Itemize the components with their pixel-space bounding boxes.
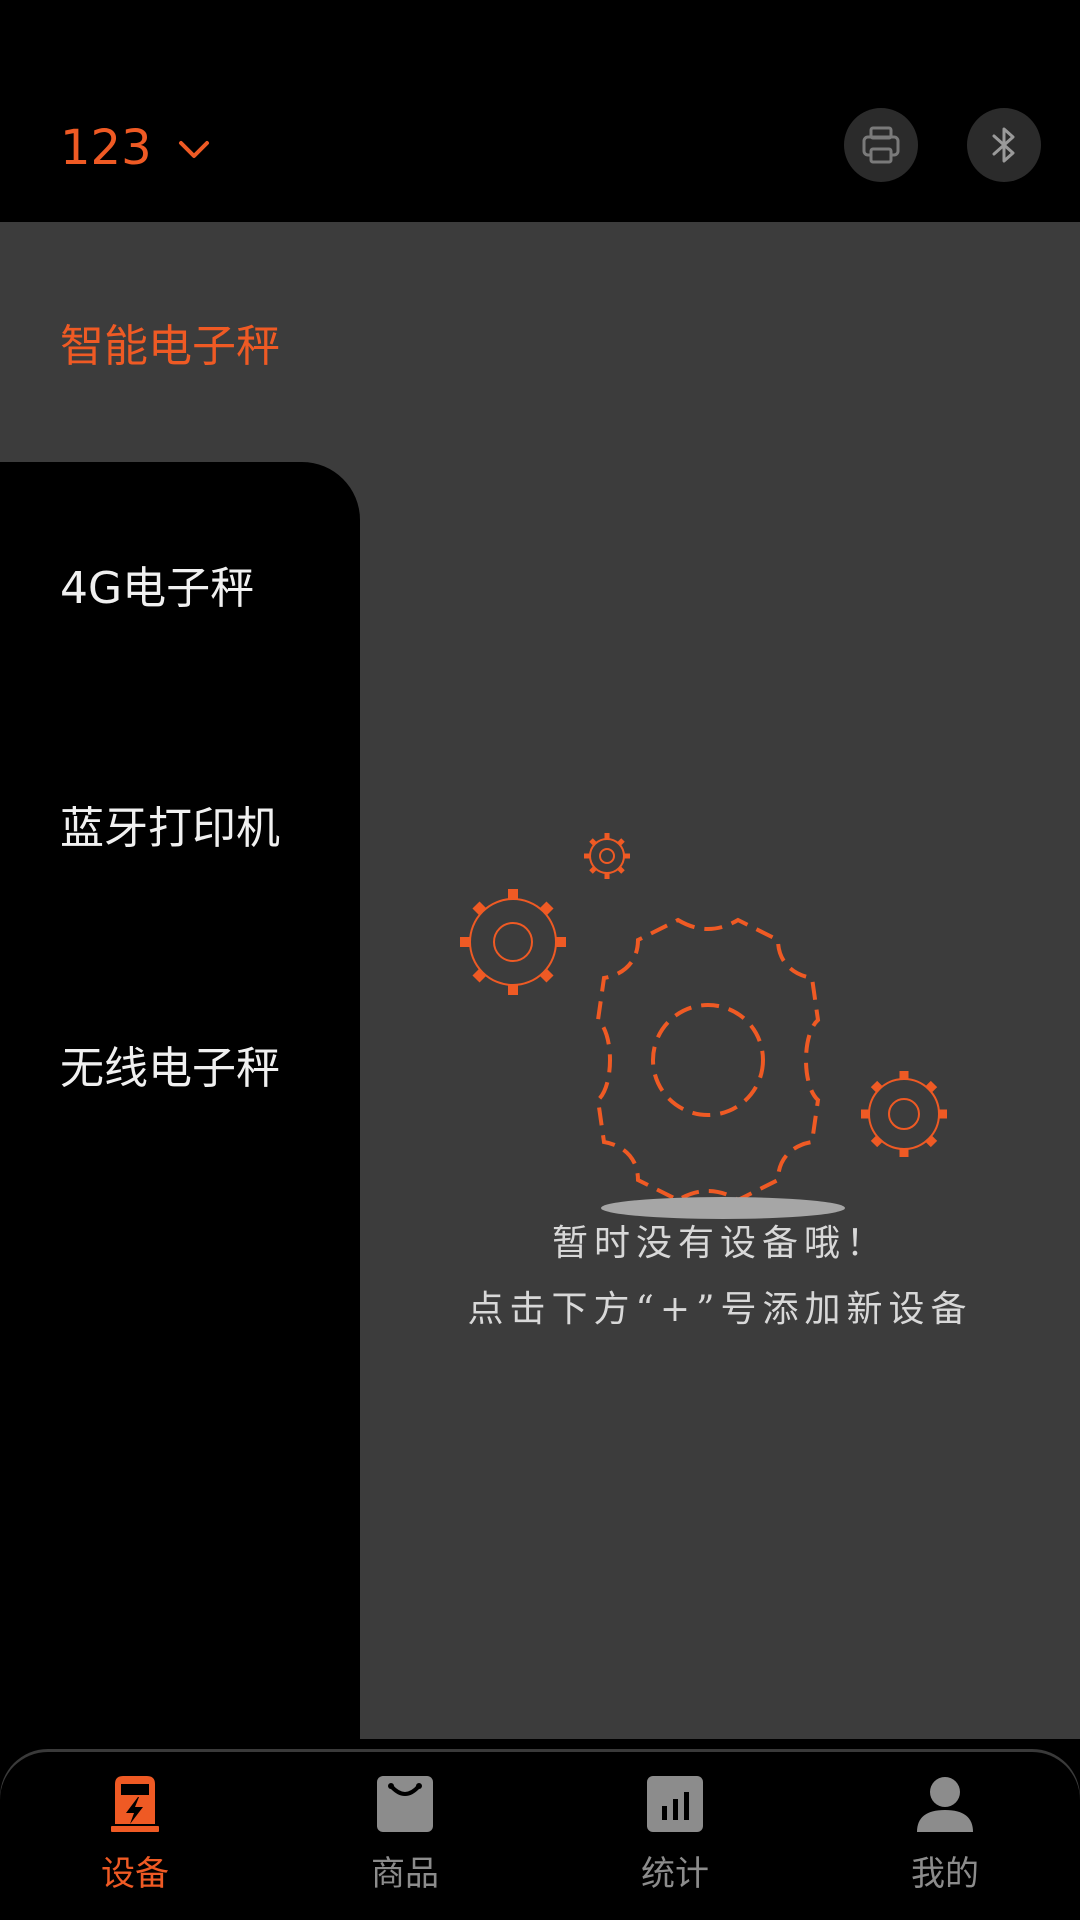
- tab-label: 设备: [101, 1854, 169, 1894]
- tab-label: 商品: [371, 1854, 439, 1894]
- tab-label: 统计: [641, 1854, 709, 1894]
- store-selector[interactable]: 123: [60, 118, 210, 178]
- gears-icon: [460, 833, 947, 1219]
- user-icon: [917, 1777, 973, 1832]
- sidebar-item-bluetooth-printer[interactable]: 蓝牙打印机: [0, 764, 360, 884]
- bluetooth-button[interactable]: [967, 108, 1041, 182]
- bag-icon: [377, 1776, 433, 1832]
- tab-goods[interactable]: 商品: [315, 1772, 495, 1912]
- device-icon: [111, 1776, 159, 1832]
- header: 123: [0, 0, 1080, 222]
- empty-state-hint: 点击下方“+”号添加新设备: [467, 1289, 973, 1330]
- store-name: 123: [60, 120, 152, 176]
- app-root: 123 智能电子秤 4G电子秤 蓝牙打印机 无线电子秤 暂时没有设备哦！ 点击下…: [0, 0, 1080, 1920]
- sidebar-item-wireless-scale[interactable]: 无线电子秤: [0, 1004, 360, 1124]
- sidebar-item-label: 4G电子秤: [60, 563, 255, 614]
- chart-icon: [647, 1776, 703, 1832]
- printer-icon: [862, 126, 900, 164]
- tab-mine[interactable]: 我的: [855, 1772, 1035, 1912]
- empty-state-message: 暂时没有设备哦！: [551, 1223, 888, 1264]
- sidebar-item-4g-scale[interactable]: 4G电子秤: [0, 524, 360, 644]
- sidebar-item-label: 无线电子秤: [60, 1043, 280, 1094]
- content-panel: 智能电子秤 4G电子秤 蓝牙打印机 无线电子秤 暂时没有设备哦！ 点击下方“+”…: [0, 222, 1080, 1886]
- sidebar-item-label: 蓝牙打印机: [60, 803, 280, 854]
- tab-devices[interactable]: 设备: [45, 1772, 225, 1912]
- sidebar-item-smart-scale[interactable]: 智能电子秤: [0, 222, 360, 462]
- sidebar: 4G电子秤 蓝牙打印机 无线电子秤: [0, 462, 360, 1886]
- tab-stats[interactable]: 统计: [585, 1772, 765, 1912]
- tab-label: 我的: [911, 1854, 979, 1894]
- printer-button[interactable]: [844, 108, 918, 182]
- bluetooth-icon: [992, 127, 1015, 163]
- chevron-down-icon: [178, 141, 209, 158]
- bottom-nav: 设备 商品 统计 我的: [0, 1752, 1080, 1920]
- sidebar-item-label: 智能电子秤: [60, 321, 280, 372]
